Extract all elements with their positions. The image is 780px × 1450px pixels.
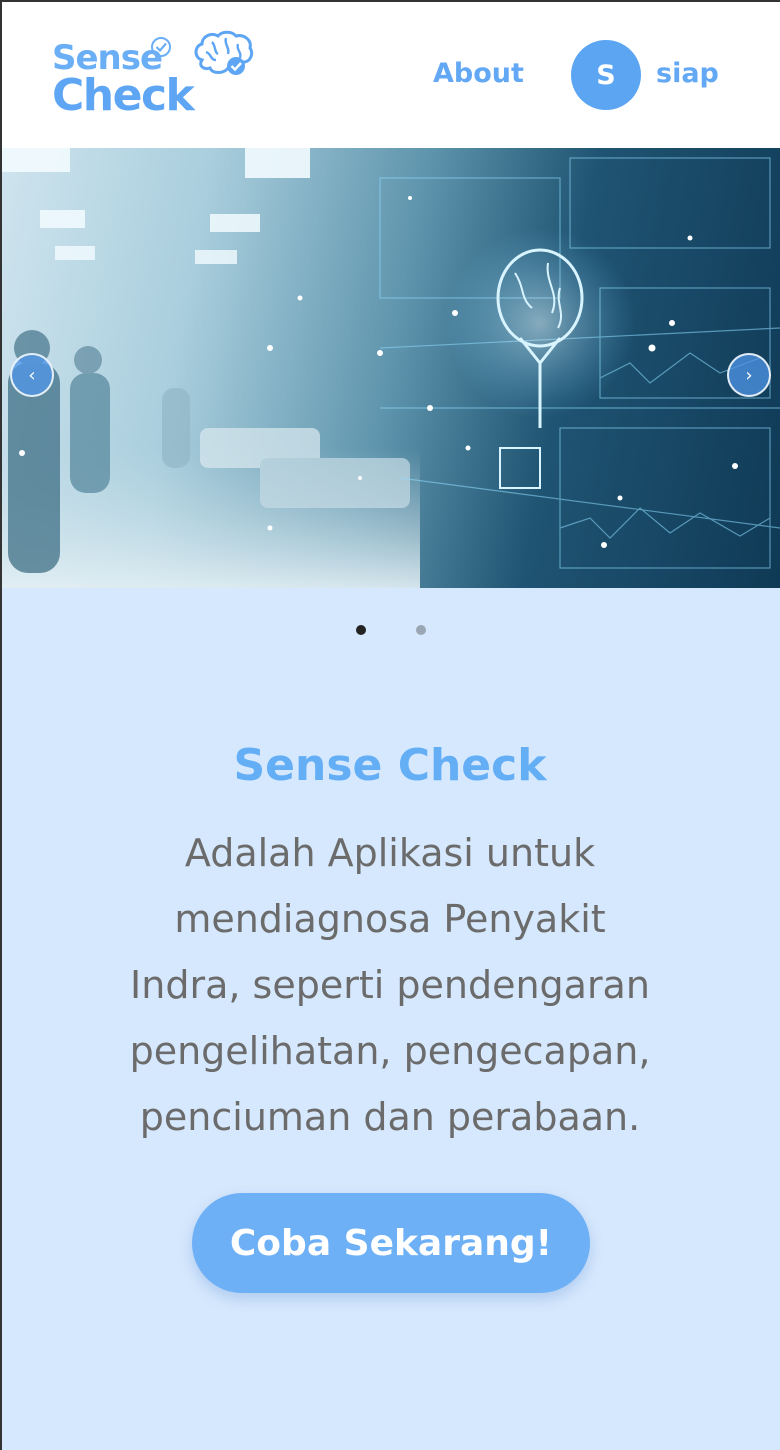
username-label[interactable]: siap	[656, 58, 719, 89]
check-badge-icon	[151, 37, 171, 57]
carousel-prev-button[interactable]: ‹	[10, 353, 54, 397]
try-now-button[interactable]: Coba Sekarang!	[192, 1193, 590, 1293]
user-avatar[interactable]: S	[571, 40, 641, 110]
carousel-dot[interactable]	[416, 625, 426, 635]
carousel-dot-active[interactable]	[356, 625, 366, 635]
hero-slide-image	[0, 148, 780, 588]
carousel-next-button[interactable]: ›	[727, 353, 771, 397]
page-title: Sense Check	[233, 740, 547, 791]
logo-text-check: Check	[52, 70, 195, 121]
app-description: Adalah Aplikasi untuk mendiagnosa Penyak…	[129, 831, 651, 1139]
brain-icon	[194, 30, 254, 75]
top-navbar: Sense Check About S siap	[0, 0, 780, 148]
chevron-right-icon: ›	[745, 364, 753, 386]
chevron-left-icon: ‹	[28, 364, 36, 386]
nav-about-link[interactable]: About	[433, 58, 524, 89]
app-logo[interactable]: Sense Check	[52, 30, 262, 121]
hero-carousel: ‹ ›	[0, 148, 780, 588]
carousel-indicators	[0, 622, 780, 638]
